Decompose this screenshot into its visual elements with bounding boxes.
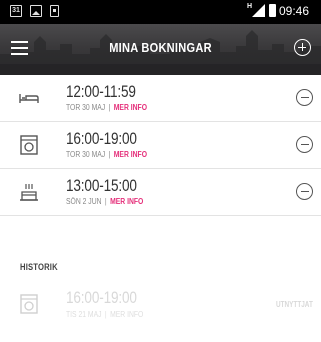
booking-date: TIS 21 MAJ bbox=[66, 310, 102, 319]
booking-time: 12:00-11:59 bbox=[66, 82, 136, 101]
bed-icon bbox=[19, 94, 39, 103]
more-info-link[interactable]: MER INFO bbox=[114, 150, 147, 159]
booking-item[interactable]: 13:00-15:00 SÖN 2 JUN | MER INFO bbox=[0, 169, 321, 216]
battery-icon bbox=[269, 4, 276, 17]
booking-date: SÖN 2 JUN bbox=[66, 197, 102, 206]
cancel-booking-button[interactable] bbox=[296, 136, 313, 153]
signal-icon bbox=[252, 4, 265, 17]
more-info-link[interactable]: MER INFO bbox=[114, 103, 147, 112]
cake-icon bbox=[20, 184, 38, 201]
booking-date-line: TOR 30 MAJ | MER INFO bbox=[66, 150, 147, 159]
app-toolbar: MINA BOKNINGAR bbox=[0, 24, 321, 75]
cancel-booking-button[interactable] bbox=[296, 183, 313, 200]
washing-machine-icon bbox=[20, 135, 38, 155]
cancel-booking-button[interactable] bbox=[296, 89, 313, 106]
booking-time: 16:00-19:00 bbox=[66, 288, 137, 307]
more-info-link[interactable]: MER INFO bbox=[110, 310, 143, 319]
booking-date-line: TIS 21 MAJ | MER INFO bbox=[66, 310, 144, 319]
booking-date: TOR 30 MAJ bbox=[66, 150, 106, 159]
status-badge: UTNYTTJAT bbox=[276, 300, 313, 309]
booking-time: 16:00-19:00 bbox=[66, 129, 137, 148]
history-section-title: HISTORIK bbox=[20, 262, 58, 272]
booking-time: 13:00-15:00 bbox=[66, 176, 137, 195]
history-item[interactable]: 16:00-19:00 TIS 21 MAJ | MER INFO UTNYTTJA… bbox=[0, 284, 321, 324]
clock: 09:46 bbox=[279, 4, 310, 18]
image-notification-icon bbox=[30, 5, 42, 17]
booking-date-line: TOR 30 MAJ | MER INFO bbox=[66, 103, 147, 112]
washing-machine-icon bbox=[20, 294, 38, 314]
status-bar: 31 H 09:46 bbox=[0, 0, 321, 24]
booking-item[interactable]: 16:00-19:00 TOR 30 MAJ | MER INFO bbox=[0, 122, 321, 169]
more-info-link[interactable]: MER INFO bbox=[110, 197, 143, 206]
booking-item[interactable]: 12:00-11:59 TOR 30 MAJ | MER INFO bbox=[0, 75, 321, 122]
calendar-notification-icon: 31 bbox=[10, 5, 22, 17]
add-booking-button[interactable] bbox=[294, 39, 311, 56]
booking-date: TOR 30 MAJ bbox=[66, 103, 106, 112]
page-title: MINA BOKNINGAR bbox=[109, 40, 212, 55]
booking-date-line: SÖN 2 JUN | MER INFO bbox=[66, 197, 144, 206]
device-notification-icon bbox=[50, 5, 59, 17]
